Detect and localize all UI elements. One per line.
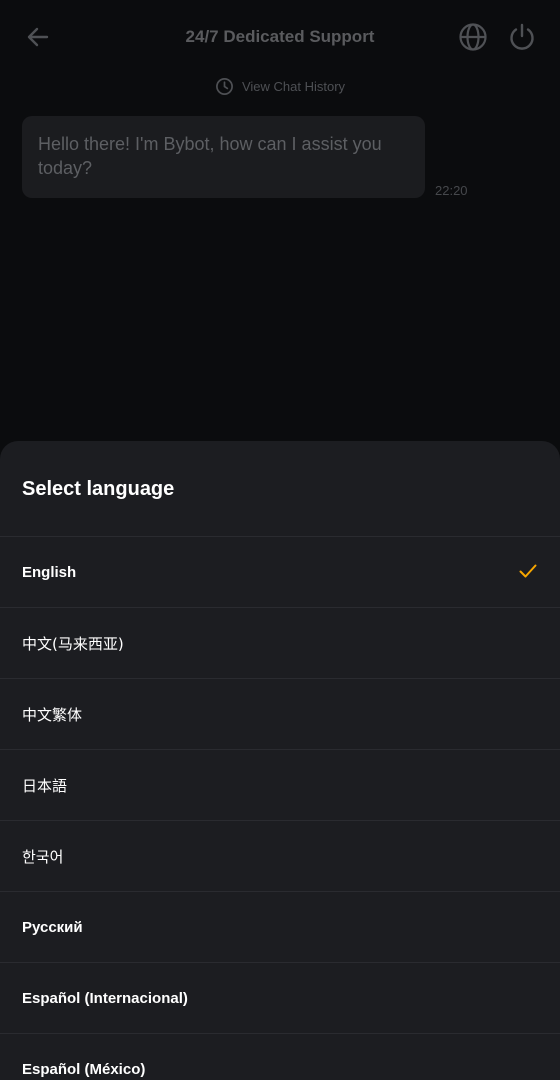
globe-icon [459,23,487,51]
sheet-title: Select language [22,478,175,500]
bot-message-bubble: Hello there! I'm Bybot, how can I assist… [22,116,425,198]
language-option-chinese-malaysia[interactable]: 中文(马来西亚) [0,607,560,678]
language-label: Русский [22,918,83,936]
top-bar: 24/7 Dedicated Support [0,0,560,76]
check-icon [519,564,537,578]
view-chat-history-label: View Chat History [241,78,346,94]
clock-icon [215,77,233,95]
end-chat-button[interactable] [504,19,540,55]
language-bottom-sheet: Select language English 中文(马来西亚) 中文繁体 日本… [0,441,560,1080]
language-option-chinese-traditional[interactable]: 中文繁体 [0,678,560,749]
language-label: Español (México) [22,1060,146,1078]
language-label: Español (Internacional) [22,989,188,1007]
language-label: 中文繁体 [22,705,83,724]
language-button[interactable] [455,19,491,55]
language-label: English [22,563,77,581]
language-option-korean[interactable]: 한국어 [0,820,560,891]
language-label: 日本語 [22,776,68,795]
message-timestamp: 22:20 [435,183,468,198]
bot-message-text: Hello there! I'm Bybot, how can I assist… [38,134,382,178]
view-chat-history-link[interactable]: View Chat History [0,74,560,98]
language-option-spanish-international[interactable]: Español (Internacional) [0,962,560,1033]
language-label: 한국어 [22,847,64,866]
power-icon [510,23,534,50]
language-option-japanese[interactable]: 日本語 [0,749,560,820]
language-option-english[interactable]: English [0,536,560,607]
language-label: 中文(马来西亚) [22,634,124,653]
language-option-spanish-mexico[interactable]: Español (México) [0,1033,560,1080]
language-list: English 中文(马来西亚) 中文繁体 日本語 한국어 Русский Es… [0,536,560,1080]
language-option-russian[interactable]: Русский [0,891,560,962]
